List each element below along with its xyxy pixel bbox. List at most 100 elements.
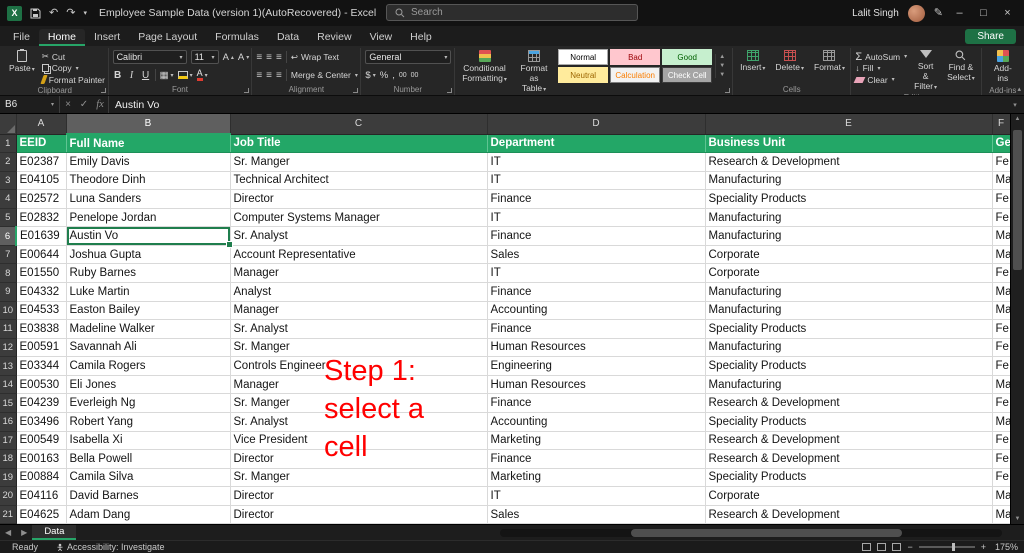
row-header-3[interactable]: 3 (0, 171, 17, 191)
autosum-button[interactable]: Σ AutoSum ▾ (855, 51, 907, 63)
row-header-2[interactable]: 2 (0, 152, 17, 172)
cell-A11[interactable]: E03838 (16, 319, 67, 339)
cell-D2[interactable]: IT (487, 152, 706, 172)
format-painter-button[interactable]: Format Painter (40, 74, 105, 85)
row-header-13[interactable]: 13 (0, 356, 17, 376)
cell-F10[interactable]: Ma (992, 301, 1011, 321)
cell-D16[interactable]: Accounting (487, 412, 706, 432)
horizontal-scroll-thumb[interactable] (630, 529, 902, 537)
cell-D6[interactable]: Finance (487, 226, 706, 246)
cell-A12[interactable]: E00591 (16, 338, 67, 358)
zoom-out-icon[interactable]: − (907, 542, 912, 552)
tab-formulas[interactable]: Formulas (206, 29, 268, 47)
delete-cells-button[interactable]: Delete▾ (772, 49, 807, 74)
align-left-icon[interactable]: ≡ (256, 70, 262, 81)
cell-B16[interactable]: Robert Yang (66, 412, 231, 432)
style-neutral[interactable]: Neutral (558, 67, 609, 83)
row-header-7[interactable]: 7 (0, 245, 17, 265)
insert-function-icon[interactable]: fx (92, 99, 108, 110)
redo-icon[interactable]: ↷ (66, 7, 75, 19)
row-header-1[interactable]: 1 (0, 134, 17, 154)
row-header-11[interactable]: 11 (0, 319, 17, 339)
close-button[interactable]: × (1000, 7, 1015, 19)
cell-C10[interactable]: Manager (230, 301, 488, 321)
conditional-formatting-button[interactable]: Conditional Formatting▾ (459, 49, 510, 85)
cell-C3[interactable]: Technical Architect (230, 171, 488, 191)
cell-D12[interactable]: Human Resources (487, 338, 706, 358)
cell-B3[interactable]: Theodore Dinh (66, 171, 231, 191)
cell-F8[interactable]: Fe (992, 263, 1011, 283)
accounting-format-icon[interactable]: $ ▾ (365, 70, 375, 81)
cell-E6[interactable]: Manufacturing (705, 226, 993, 246)
cell-E5[interactable]: Manufacturing (705, 208, 993, 228)
clipboard-dialog-launcher-icon[interactable] (100, 88, 106, 93)
column-header-F[interactable]: F (992, 114, 1011, 135)
scroll-down-icon[interactable]: ▼ (1015, 516, 1021, 522)
cell-D11[interactable]: Finance (487, 319, 706, 339)
horizontal-scrollbar[interactable] (500, 529, 1002, 537)
cell-E13[interactable]: Speciality Products (705, 356, 993, 376)
collapse-ribbon-icon[interactable]: ▴ (1017, 85, 1021, 93)
cell-E9[interactable]: Manufacturing (705, 282, 993, 302)
cell-D8[interactable]: IT (487, 263, 706, 283)
cell-F9[interactable]: Ma (992, 282, 1011, 302)
cell-F2[interactable]: Fe (992, 152, 1011, 172)
merge-center-button[interactable]: Merge & Center ▾ (291, 70, 358, 81)
cell-E3[interactable]: Manufacturing (705, 171, 993, 191)
column-header-E[interactable]: E (705, 114, 993, 135)
search-box[interactable]: Search (386, 4, 638, 21)
cell-E11[interactable]: Speciality Products (705, 319, 993, 339)
row-header-21[interactable]: 21 (0, 505, 17, 524)
vertical-scroll-thumb[interactable] (1013, 130, 1022, 270)
cell-B5[interactable]: Penelope Jordan (66, 208, 231, 228)
format-cells-button[interactable]: Format▾ (811, 49, 848, 74)
customize-quick-access-icon[interactable]: ▾ (83, 10, 87, 17)
zoom-slider[interactable] (918, 543, 975, 551)
tab-file[interactable]: File (4, 29, 39, 47)
sort-filter-button[interactable]: Sort & Filter▾ (911, 49, 940, 92)
cell-D10[interactable]: Accounting (487, 301, 706, 321)
number-dialog-launcher-icon[interactable] (447, 88, 453, 93)
increase-decimal-icon[interactable] (399, 72, 407, 79)
cell-D21[interactable]: Sales (487, 505, 706, 524)
cell-D15[interactable]: Finance (487, 393, 706, 413)
cell-F12[interactable]: Fe (992, 338, 1011, 358)
tab-help[interactable]: Help (401, 29, 441, 47)
decrease-decimal-icon[interactable] (411, 72, 419, 79)
italic-button[interactable]: I (127, 70, 137, 81)
share-button[interactable]: Share (965, 29, 1016, 44)
cell-E8[interactable]: Corporate (705, 263, 993, 283)
row-header-15[interactable]: 15 (0, 393, 17, 413)
cell-B4[interactable]: Luna Sanders (66, 189, 231, 209)
cell-B1[interactable]: Full Name (66, 134, 231, 154)
cell-A9[interactable]: E04332 (16, 282, 67, 302)
tab-view[interactable]: View (361, 29, 402, 47)
cell-E16[interactable]: Speciality Products (705, 412, 993, 432)
cell-E4[interactable]: Speciality Products (705, 189, 993, 209)
cell-F3[interactable]: Ma (992, 171, 1011, 191)
cell-C2[interactable]: Sr. Manger (230, 152, 488, 172)
cell-A20[interactable]: E04116 (16, 486, 67, 506)
cell-A13[interactable]: E03344 (16, 356, 67, 376)
formula-bar-expand-icon[interactable]: ▾ (1006, 101, 1024, 109)
row-header-8[interactable]: 8 (0, 263, 17, 283)
style-bad[interactable]: Bad (610, 49, 661, 65)
cell-F19[interactable]: Fe (992, 468, 1011, 488)
cell-A14[interactable]: E00530 (16, 375, 67, 395)
fill-button[interactable]: ↓ Fill ▾ (855, 63, 907, 74)
cell-C11[interactable]: Sr. Analyst (230, 319, 488, 339)
cell-B6[interactable]: Austin Vo (66, 226, 232, 247)
cell-A19[interactable]: E00884 (16, 468, 67, 488)
cell-B8[interactable]: Ruby Barnes (66, 263, 231, 283)
column-header-A[interactable]: A (16, 114, 67, 135)
cell-E10[interactable]: Manufacturing (705, 301, 993, 321)
cell-C17[interactable]: Vice President (230, 431, 488, 451)
row-header-20[interactable]: 20 (0, 486, 17, 506)
page-break-view-icon[interactable] (892, 543, 902, 551)
sheet-tab-data[interactable]: Data (32, 525, 77, 540)
zoom-level[interactable]: 175% (992, 542, 1018, 552)
cell-E12[interactable]: Manufacturing (705, 338, 993, 358)
cell-C19[interactable]: Sr. Manger (230, 468, 488, 488)
style-calculation[interactable]: Calculation (610, 67, 661, 83)
row-header-19[interactable]: 19 (0, 468, 17, 488)
